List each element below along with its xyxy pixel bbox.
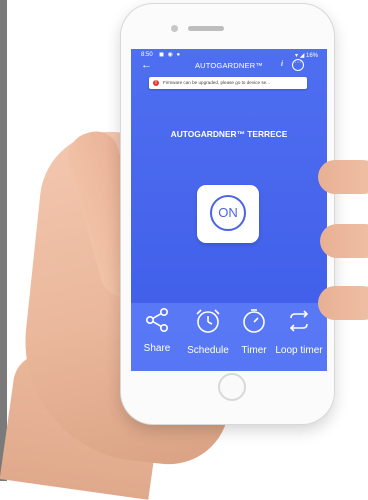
home-button[interactable] (218, 373, 246, 401)
status-time: 8:50 (141, 52, 153, 58)
firmware-banner[interactable]: ! Firmware can be upgraded, please go to… (149, 77, 307, 89)
share-button[interactable]: Share (136, 307, 178, 354)
loop-icon (289, 310, 309, 332)
earpiece-speaker (188, 26, 224, 31)
power-button[interactable]: ON (197, 185, 259, 243)
banner-text: Firmware can be upgraded, please go to d… (163, 80, 270, 85)
power-label: ON (218, 205, 238, 220)
schedule-label: Schedule (187, 345, 229, 356)
more-options-icon[interactable]: ··· (292, 59, 304, 71)
app-header: ← AUTOGARDNER™ i ··· (131, 59, 327, 73)
loop-timer-label: Loop timer (275, 345, 323, 356)
warning-icon: ! (153, 80, 159, 86)
ring-finger (318, 286, 368, 320)
left-edge-strip (0, 0, 7, 481)
status-right: ▾ ◢ 16% (295, 52, 318, 59)
index-finger (318, 160, 368, 194)
bottom-toolbar: Share Schedule Timer Loop timer (131, 303, 327, 371)
share-label: Share (143, 343, 171, 354)
notification-icons: ◼ ◉ ● (159, 52, 182, 58)
loop-timer-button[interactable]: Loop timer (273, 307, 325, 356)
device-name: AUTOGARDNER™ TERRECE (170, 129, 288, 139)
share-icon (145, 307, 168, 332)
front-camera (171, 25, 178, 32)
timer-icon (243, 309, 265, 333)
timer-label: Timer (241, 345, 267, 356)
info-icon[interactable]: i (281, 61, 283, 68)
alarm-clock-icon (196, 309, 220, 333)
schedule-button[interactable]: Schedule (182, 307, 234, 356)
middle-finger (320, 224, 368, 258)
timer-button[interactable]: Timer (237, 307, 271, 356)
phone-screen: 8:50 ◼ ◉ ● ▾ ◢ 16% ← AUTOGARDNER™ i ··· … (131, 49, 327, 371)
